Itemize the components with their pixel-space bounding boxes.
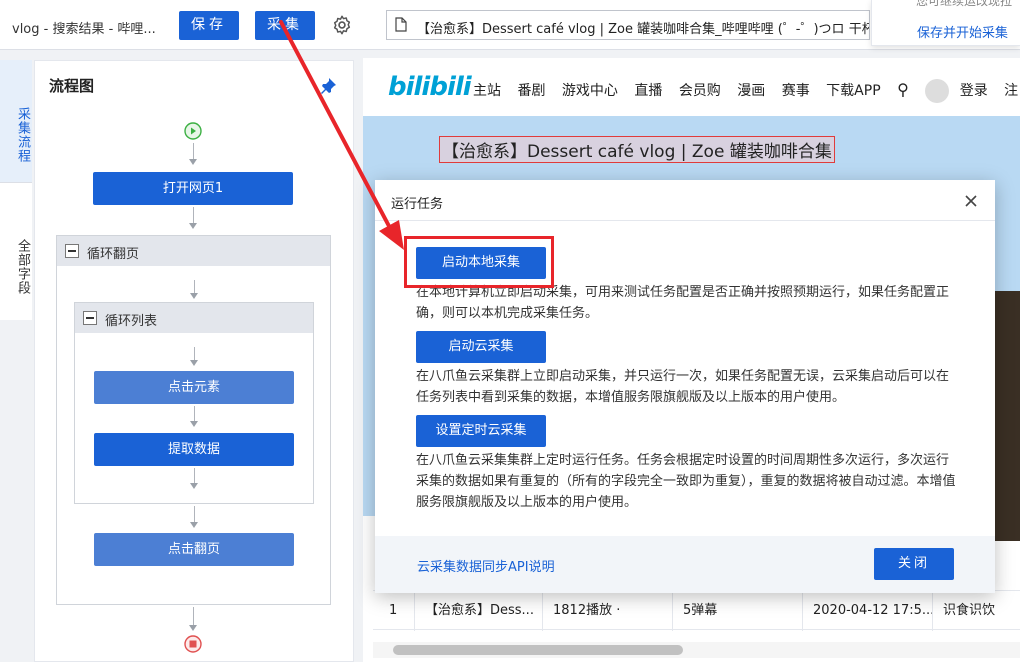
data-table-row: 1 【治愈系】Dess... 1812播放 · 5弹幕 2020-04-12 1… [373, 590, 1020, 630]
nav-download-app[interactable]: 下载APP [826, 83, 880, 99]
loop-list-box: 循环列表 点击元素 提取数据 [74, 302, 314, 504]
bilibili-nav: 主站 番剧 游戏中心 直播 会员购 漫画 赛事 下载APP ⚲ 登录 注 [473, 79, 1020, 103]
nav-games[interactable]: 游戏中心 [562, 83, 618, 99]
cell-title: 【治愈系】Dess... [415, 591, 543, 631]
connector [193, 607, 194, 627]
flow-panel: 流程图 打开网页1 循环翻页 循环列表 点击元素 提取数据 [34, 60, 354, 662]
local-collect-description: 在本地计算机立即启动采集，可用来测试任务配置是否正确并按照预期运行，如果任务配置… [416, 282, 956, 324]
url-bar[interactable]: 【治愈系】Dessert café vlog | Zoe 罐装咖啡合集_哔哩哔哩… [386, 10, 870, 40]
save-button[interactable]: 保存 [179, 11, 239, 40]
save-and-start-link[interactable]: 保存并开始采集 [917, 22, 1008, 41]
connector-arrow [189, 625, 197, 631]
cell-danmaku: 5弹幕 [673, 591, 803, 631]
start-cloud-collect-button[interactable]: 启动云采集 [416, 331, 546, 363]
nav-live[interactable]: 直播 [634, 83, 662, 99]
loop-page-label: 循环翻页 [87, 243, 139, 262]
nav-esports[interactable]: 赛事 [782, 83, 810, 99]
url-text: 【治愈系】Dessert café vlog | Zoe 罐装咖啡合集_哔哩哔哩… [417, 18, 870, 37]
video-player[interactable] [993, 291, 1020, 541]
divider [375, 220, 995, 221]
schedule-collect-description: 在八爪鱼云采集集群上定时运行任务。任务会根据定时设置的时间周期性多次运行，多次运… [416, 450, 956, 513]
nav-register[interactable]: 注 [1004, 83, 1018, 99]
dialog-title: 运行任务 [391, 193, 443, 212]
loop-page-header[interactable]: 循环翻页 [57, 236, 330, 266]
nav-main[interactable]: 主站 [473, 83, 501, 99]
pin-icon[interactable] [319, 77, 337, 95]
page-icon [395, 17, 407, 32]
connector-arrow [190, 483, 198, 489]
cloud-api-doc-link[interactable]: 云采集数据同步API说明 [417, 556, 555, 575]
cell-plays: 1812播放 · [543, 591, 673, 631]
node-extract-data[interactable]: 提取数据 [94, 433, 294, 466]
connector-arrow [190, 421, 198, 427]
collapse-icon[interactable] [65, 244, 79, 258]
connector-arrow [189, 223, 197, 229]
top-toolbar: vlog - 搜索结果 - 哔哩... 保存 采集 【治愈系】Dessert c… [0, 0, 1020, 50]
connector-arrow [190, 293, 198, 299]
nav-comics[interactable]: 漫画 [737, 83, 765, 99]
gear-icon[interactable] [331, 14, 353, 36]
node-click-next-page[interactable]: 点击翻页 [94, 533, 294, 566]
connector-arrow [189, 159, 197, 165]
bilibili-logo[interactable]: bilibili [388, 72, 471, 102]
avatar[interactable] [925, 79, 949, 103]
nav-member-shop[interactable]: 会员购 [679, 83, 721, 99]
connector [194, 406, 195, 422]
nav-anime[interactable]: 番剧 [517, 83, 545, 99]
loop-page-box: 循环翻页 循环列表 点击元素 提取数据 点击翻页 [56, 235, 331, 605]
collapse-icon[interactable] [83, 311, 97, 325]
start-icon [184, 122, 202, 140]
row-index: 1 [373, 591, 415, 631]
tab-collect-flow[interactable]: 采集流程 [0, 60, 32, 182]
task-title: vlog - 搜索结果 - 哔哩... [12, 18, 156, 37]
dialog-footer: 云采集数据同步API说明 关闭 [375, 536, 995, 593]
close-button[interactable]: 关闭 [874, 548, 954, 580]
cloud-collect-description: 在八爪鱼云采集群上立即启动采集，并只运行一次，如果任务配置无误，云采集启动后可以… [416, 366, 956, 408]
schedule-cloud-collect-button[interactable]: 设置定时云采集 [416, 415, 546, 447]
cell-date: 2020-04-12 17:5... [803, 591, 933, 631]
hint-popup: 您可继续运改现拉 保存并开始采集 [871, 0, 1020, 46]
search-icon[interactable]: ⚲ [897, 80, 909, 99]
loop-list-label: 循环列表 [105, 310, 157, 329]
node-click-element[interactable]: 点击元素 [94, 371, 294, 404]
scrollbar-thumb[interactable] [393, 645, 683, 655]
video-title[interactable]: 【治愈系】Dessert café vlog | Zoe 罐装咖啡合集 [439, 136, 835, 163]
hint-text: 您可继续运改现拉 [916, 0, 1012, 9]
connector [194, 468, 195, 484]
nav-login[interactable]: 登录 [960, 83, 988, 99]
cell-author: 识食识饮 [933, 591, 1020, 631]
close-icon[interactable] [963, 193, 979, 209]
loop-list-header[interactable]: 循环列表 [75, 303, 313, 333]
horizontal-scrollbar[interactable] [373, 642, 1020, 658]
highlight-box [404, 236, 554, 288]
connector-arrow [190, 522, 198, 528]
node-open-page[interactable]: 打开网页1 [93, 172, 293, 205]
collect-button[interactable]: 采集 [255, 11, 315, 40]
connector-arrow [190, 360, 198, 366]
tab-all-fields[interactable]: 全部字段 [0, 182, 32, 320]
side-tabs: 采集流程 全部字段 [0, 60, 32, 320]
flow-panel-title: 流程图 [49, 75, 94, 96]
stop-icon [184, 635, 202, 653]
